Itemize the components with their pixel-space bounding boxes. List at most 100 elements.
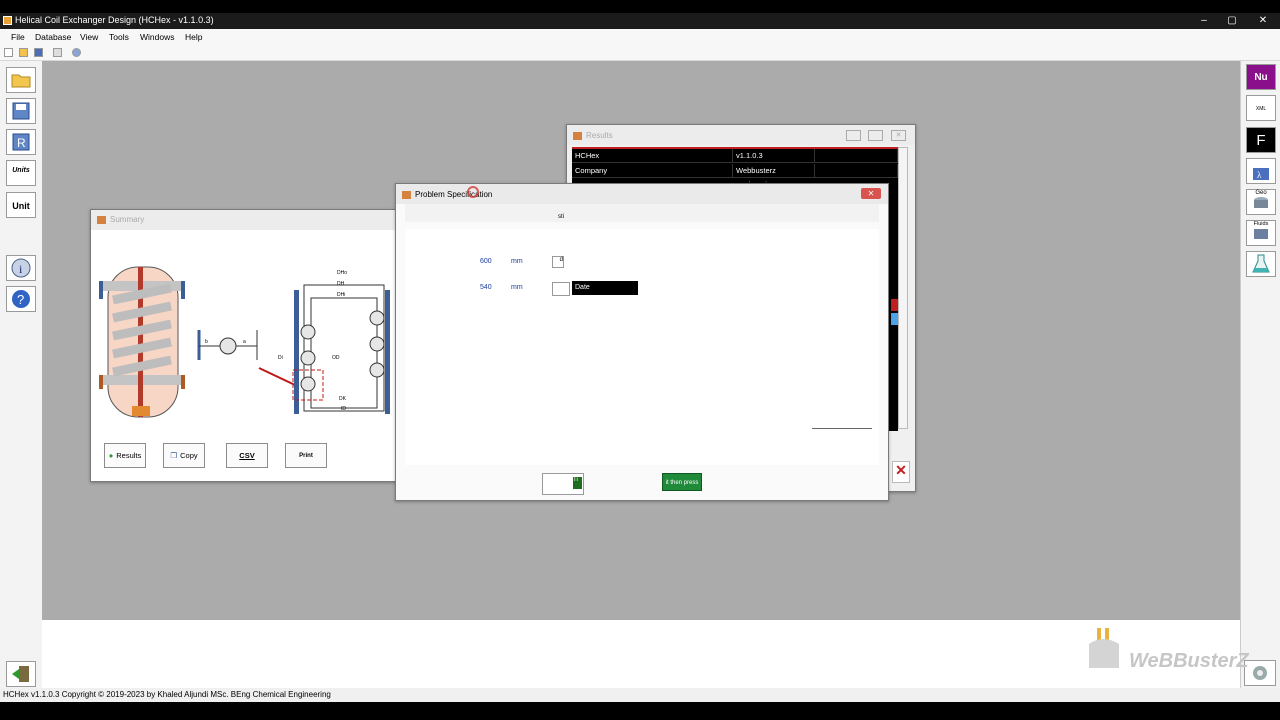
exit-icon[interactable] [6,661,36,687]
results-scrollbar[interactable] [898,147,908,429]
unit-row-2: mm [511,284,523,291]
info-icon[interactable]: i [6,255,36,281]
results-button-label: Results [116,451,142,460]
globe-icon[interactable] [72,48,81,57]
grid-cell[interactable] [815,164,898,178]
csv-button[interactable]: CSV [226,443,268,468]
coil-exchanger-diagram [99,266,390,418]
webbusterz-logo: WeBBusterZ [1085,624,1249,686]
new-file-icon[interactable] [4,48,13,57]
grid-cell[interactable]: HCHex [572,149,733,163]
geo-icon[interactable]: Geo [1246,189,1276,215]
dim-dho: DHo [337,270,348,276]
problem-title-bar[interactable]: Problem Specification ✕ [396,184,888,204]
menu-database[interactable]: Database [35,32,71,42]
report-icon[interactable]: R [6,129,36,155]
svg-text:?: ? [17,292,24,307]
separator-line [812,428,872,429]
f-button[interactable]: F [1246,127,1276,153]
highlight-cell [891,299,898,311]
copy-icon: ❐ [170,451,178,460]
dim-dh: DH [337,281,345,287]
header-fragment: sti [558,214,564,220]
close-button[interactable]: ✕ [1249,13,1277,29]
open-folder-icon[interactable] [19,48,28,57]
app-title: Helical Coil Exchanger Design (HCHex - v… [15,15,214,25]
menu-help[interactable]: Help [185,32,202,42]
results-title: Results [586,131,613,140]
cancel-icon[interactable]: ✕ [892,461,910,483]
window-icon [573,132,582,140]
footer-left-label: Ti [573,477,582,489]
logo-text: WeBBusterZ [1129,650,1249,672]
copy-button[interactable]: ❐ Copy [163,443,205,468]
results-close-button[interactable]: ✕ [891,130,906,141]
summary-title-bar[interactable]: Summary [91,210,409,230]
dim-dhi: DHi [337,292,346,298]
status-text: HCHex v1.1.0.3 Copyright © 2019-2023 by … [3,690,331,699]
date-field[interactable]: Date [572,281,638,295]
summary-window: Summary DHo DH DHi b a Di OD DK ID ● Res… [90,209,410,482]
summary-body: DHo DH DHi b a Di OD DK ID ● Results ❐ C… [91,230,409,481]
app-icon [3,16,12,25]
grid-cell[interactable] [815,149,898,163]
menu-tools[interactable]: Tools [109,32,129,42]
summary-title: Summary [110,215,145,224]
lower-panel: WeBBusterZ [42,620,1249,688]
save-project-icon[interactable] [6,98,36,124]
dim-dk: DK [339,396,346,402]
app-title-bar: Helical Coil Exchanger Design (HCHex - v… [0,13,1280,29]
dim-od: OD [332,355,340,361]
right-sidebar: Nu XML F λ Geo Fluids [1240,61,1280,688]
unit-button[interactable]: Unit [6,192,36,218]
minimize-button[interactable]: – [1190,13,1218,29]
input-row-1[interactable]: d [552,256,564,268]
cursor-highlight-icon [467,186,479,198]
left-sidebar: R Units Unit i ? [0,61,43,688]
footer-right-button[interactable]: it then press [662,473,702,491]
results-button[interactable]: ● Results [104,443,146,468]
grid-cell[interactable]: Company [572,164,733,178]
dim-di: Di [278,355,283,361]
left-footer-control[interactable]: Ti [542,473,584,495]
results-minimize-button[interactable] [846,130,861,141]
problem-specification-window: Problem Specification ✕ sti 600 mm d 540… [395,183,889,501]
edit-icon[interactable] [53,48,62,57]
xml-icon[interactable]: XML [1246,95,1276,121]
maximize-button[interactable]: ▢ [1218,13,1246,29]
menu-view[interactable]: View [80,32,98,42]
dim-id: ID [341,406,346,412]
dim-a: a [243,339,246,345]
copy-button-label: Copy [180,451,198,460]
value-row-1: 600 [480,258,492,265]
status-bar: HCHex v1.1.0.3 Copyright © 2019-2023 by … [0,688,1280,702]
menu-windows[interactable]: Windows [140,32,174,42]
results-title-bar[interactable]: Results ✕ [567,125,915,145]
toolbar [0,45,1280,61]
selected-cell [891,313,898,325]
units-icon[interactable]: Units [6,160,36,186]
nu-button[interactable]: Nu [1246,64,1276,90]
open-project-icon[interactable] [6,67,36,93]
menu-bar: File Database View Tools Windows Help [0,29,1280,45]
grid-cell[interactable]: Webbusterz engineering [733,164,815,189]
help-icon[interactable]: ? [6,286,36,312]
problem-form: 600 mm d 540 mm Date [405,229,879,465]
save-icon[interactable] [34,48,43,57]
results-maximize-button[interactable] [868,130,883,141]
unit-row-1: mm [511,258,523,265]
menu-file[interactable]: File [11,32,25,42]
window-icon [402,191,411,199]
problem-close-button[interactable]: ✕ [861,188,881,199]
checkbox-row-2[interactable] [552,282,570,296]
fluids-icon[interactable]: Fluids [1246,220,1276,246]
window-icon [97,216,106,224]
svg-text:λ: λ [1257,170,1262,180]
grid-cell[interactable]: v1.1.0.3 [733,149,815,163]
results-icon: ● [108,451,114,460]
conductivity-icon[interactable]: λ [1246,158,1276,184]
print-button[interactable]: Print [285,443,327,468]
problem-title: Problem Specification [415,190,493,199]
dim-b: b [205,339,208,345]
flask-icon[interactable] [1246,251,1276,277]
